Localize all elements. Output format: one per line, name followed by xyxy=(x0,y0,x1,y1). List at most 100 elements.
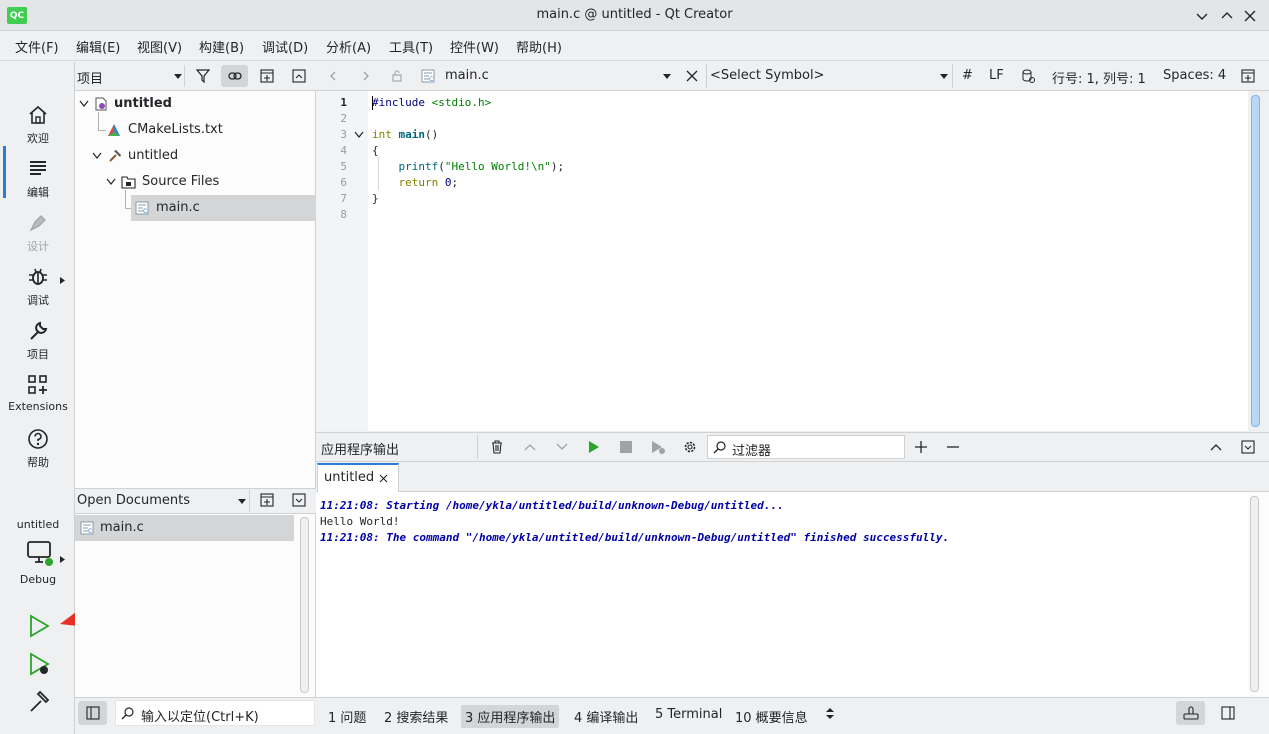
rerun-button[interactable] xyxy=(584,437,604,457)
mode-design[interactable]: 设计 xyxy=(3,208,73,260)
open-documents-list xyxy=(75,514,316,697)
maximize-button[interactable] xyxy=(1217,6,1237,26)
nav-back-button[interactable] xyxy=(324,66,344,86)
open-documents-scrollbar[interactable] xyxy=(300,517,309,693)
sidebar-right-icon xyxy=(1221,706,1235,720)
tree-guide-line xyxy=(98,130,106,131)
close-tab-icon[interactable] xyxy=(379,474,388,483)
nav-forward-button[interactable] xyxy=(356,66,376,86)
toggle-left-sidebar-button[interactable] xyxy=(78,701,107,725)
mode-help[interactable]: 帮助 xyxy=(3,424,73,476)
collapse-down-icon xyxy=(1241,440,1255,454)
pane-issues[interactable]: 1 问题 xyxy=(324,705,370,728)
application-output-text[interactable] xyxy=(316,492,1248,697)
symbol-selector-label: <Select Symbol> xyxy=(710,68,825,83)
mode-welcome[interactable]: 欢迎 xyxy=(3,100,73,152)
mode-debug[interactable]: 调试 xyxy=(3,262,73,314)
toggle-progress-button[interactable] xyxy=(1176,701,1205,725)
pane-compile-output[interactable]: 4 编译输出 xyxy=(570,705,642,728)
tree-item-main-c[interactable]: C main.c xyxy=(131,195,316,221)
debug-mode-arrow-icon xyxy=(60,277,65,284)
tree-item-source-files[interactable]: Source Files xyxy=(75,169,316,195)
output-settings-button[interactable] xyxy=(680,437,700,457)
search-icon xyxy=(121,706,135,720)
text-cursor xyxy=(372,96,373,110)
sync-link-button[interactable] xyxy=(221,65,248,87)
mode-edit[interactable]: 编辑 xyxy=(3,154,73,206)
more-panes-button[interactable] xyxy=(822,705,838,721)
chevron-up-icon xyxy=(1210,443,1222,451)
pane-general-messages[interactable]: 10 概要信息 xyxy=(731,705,812,728)
run-button[interactable] xyxy=(27,614,51,638)
clear-output-button[interactable] xyxy=(487,437,507,457)
project-view-selector[interactable]: 项目 xyxy=(75,65,185,87)
tree-item-label: CMakeLists.txt xyxy=(128,122,223,137)
close-document-button[interactable] xyxy=(682,66,702,86)
chevron-down-icon xyxy=(556,443,568,451)
split-add-button[interactable] xyxy=(257,66,277,86)
hammer-icon xyxy=(108,149,122,163)
hash-indicator[interactable]: # xyxy=(962,68,973,83)
editor-scrollbar-thumb[interactable] xyxy=(1251,95,1260,427)
tree-item-target[interactable]: untitled xyxy=(75,143,316,169)
debug-run-button[interactable] xyxy=(27,652,51,676)
output-filter-input[interactable]: 过滤器 xyxy=(707,435,905,459)
output-scrollbar-thumb[interactable] xyxy=(1250,496,1259,692)
pane-search-results[interactable]: 2 搜索结果 xyxy=(380,705,452,728)
lock-button[interactable] xyxy=(387,66,407,86)
symbol-selector[interactable]: <Select Symbol> xyxy=(706,64,952,88)
cursor-position[interactable]: 行号: 1, 列号: 1 xyxy=(1052,68,1146,87)
collapse-panel-button[interactable] xyxy=(289,66,309,86)
add-split-icon xyxy=(260,69,274,83)
menu-help[interactable]: 帮助(H) xyxy=(516,37,562,56)
maximize-output-button[interactable] xyxy=(1206,437,1226,457)
menu-debug[interactable]: 调试(D) xyxy=(262,37,308,56)
previous-item-button[interactable] xyxy=(520,437,540,457)
hide-output-button[interactable] xyxy=(1238,437,1258,457)
toggle-right-sidebar-button[interactable] xyxy=(1218,703,1238,723)
kit-selector-button[interactable] xyxy=(26,540,54,568)
locator-input[interactable]: 输入以定位(Ctrl+K) xyxy=(115,700,315,726)
collapse-panel-button[interactable] xyxy=(289,490,309,510)
menu-edit[interactable]: 编辑(E) xyxy=(76,37,120,56)
menu-view[interactable]: 视图(V) xyxy=(137,37,182,56)
zoom-out-button[interactable] xyxy=(943,437,963,457)
close-window-button[interactable] xyxy=(1240,6,1260,26)
filter-button[interactable] xyxy=(193,66,213,86)
mode-projects[interactable]: 项目 xyxy=(3,316,73,368)
code-token: } xyxy=(372,192,379,205)
document-selector[interactable]: C main.c xyxy=(416,64,676,88)
open-document-item[interactable]: C main.c xyxy=(75,515,294,541)
menu-tools[interactable]: 工具(T) xyxy=(389,37,433,56)
updown-icon xyxy=(826,707,834,719)
line-ending-indicator[interactable]: LF xyxy=(989,68,1004,83)
code-editor[interactable] xyxy=(368,91,1248,431)
toolbar-separator xyxy=(477,435,478,459)
minimize-button[interactable] xyxy=(1192,6,1212,26)
attach-debugger-button[interactable] xyxy=(648,437,668,457)
output-tab-untitled[interactable]: untitled xyxy=(317,463,399,493)
tree-item-label: Source Files xyxy=(142,174,220,189)
open-documents-selector[interactable]: Open Documents xyxy=(75,490,250,512)
build-hammer-button[interactable] xyxy=(27,690,51,714)
code-token: printf xyxy=(398,160,439,173)
split-add-button[interactable] xyxy=(257,490,277,510)
zoom-in-button[interactable] xyxy=(911,437,931,457)
pane-terminal[interactable]: 5 Terminal xyxy=(651,705,726,724)
tree-item-cmakelists[interactable]: CMakeLists.txt xyxy=(75,117,316,143)
menu-widgets[interactable]: 控件(W) xyxy=(450,37,499,56)
stop-button[interactable] xyxy=(616,437,636,457)
menu-file[interactable]: 文件(F) xyxy=(15,37,59,56)
mode-extensions[interactable]: Extensions xyxy=(3,370,73,422)
pane-application-output[interactable]: 3 应用程序输出 xyxy=(461,705,560,728)
split-editor-button[interactable] xyxy=(1238,66,1258,86)
code-line-7: } xyxy=(372,191,379,207)
menu-build[interactable]: 构建(B) xyxy=(199,37,244,56)
menu-analyze[interactable]: 分析(A) xyxy=(326,37,371,56)
tree-item-project-root[interactable]: untitled xyxy=(75,91,316,117)
fold-arrow-icon[interactable] xyxy=(354,131,364,138)
next-item-button[interactable] xyxy=(552,437,572,457)
code-token: main xyxy=(398,128,426,141)
indent-setting[interactable]: Spaces: 4 xyxy=(1163,68,1226,83)
encoding-button[interactable] xyxy=(1018,66,1038,86)
